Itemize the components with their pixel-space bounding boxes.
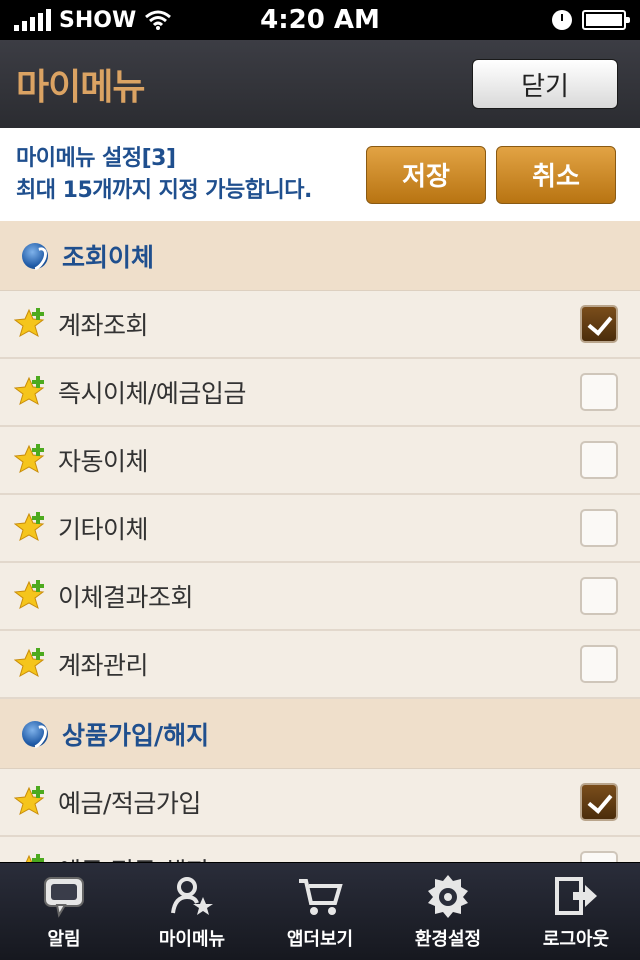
globe-icon: [22, 720, 48, 747]
section-header: 조회이체: [0, 221, 640, 291]
star-plus-icon: [14, 853, 48, 862]
signal-icon: [14, 9, 51, 31]
item-checkbox[interactable]: [580, 783, 618, 821]
section-title: 조회이체: [62, 242, 155, 272]
tab-label: 알림: [47, 928, 81, 950]
setting-buttons: 저장 취소: [366, 145, 616, 204]
wifi-icon: [145, 10, 172, 30]
tab-mymenu[interactable]: 마이메뉴: [128, 863, 256, 960]
speech-bubble-icon: [44, 876, 84, 918]
tab-label: 로그아웃: [542, 928, 610, 950]
tab-label: 마이메뉴: [158, 928, 226, 950]
tab-alerts[interactable]: 알림: [0, 863, 128, 960]
setting-count-text: 마이메뉴 설정[3]: [16, 145, 176, 171]
bottom-tab-bar: 알림 마이메뉴 앱더보기 환경설정 로그아웃: [0, 862, 640, 960]
carrier-name: SHOW: [59, 7, 137, 33]
list-item[interactable]: 계좌관리: [0, 631, 640, 699]
tab-settings[interactable]: 환경설정: [384, 863, 512, 960]
list-item[interactable]: 계좌조회: [0, 291, 640, 359]
tab-label: 환경설정: [414, 928, 482, 950]
list-item[interactable]: 기타이체: [0, 495, 640, 563]
status-right: [552, 10, 630, 30]
item-label: 즉시이체/예금입금: [58, 379, 246, 408]
star-plus-icon: [13, 647, 48, 681]
person-star-icon: [171, 876, 213, 915]
cancel-button[interactable]: 취소: [496, 145, 616, 204]
item-label: 자동이체: [58, 447, 149, 476]
item-label: 계좌관리: [58, 651, 149, 680]
item-label: 예금/적금가입: [58, 789, 201, 818]
tab-label: 앱더보기: [286, 928, 354, 950]
alarm-clock-icon: [552, 10, 572, 30]
item-label: 예금/적금 해지: [58, 852, 580, 862]
globe-icon: [22, 242, 48, 269]
item-checkbox[interactable]: [580, 577, 618, 615]
item-label: 계좌조회: [58, 311, 149, 340]
cart-icon: [299, 878, 343, 915]
gear-icon: [428, 874, 468, 918]
page-title: 마이메뉴: [16, 67, 145, 108]
item-checkbox[interactable]: [580, 441, 618, 479]
item-checkbox[interactable]: [580, 645, 618, 683]
setting-limit-text: 최대 15개까지 지정 가능합니다.: [16, 177, 312, 203]
item-label: 이체결과조회: [58, 583, 194, 612]
title-bar: 마이메뉴 닫기: [0, 40, 640, 128]
setting-description: 마이메뉴 설정[3] 최대 15개까지 지정 가능합니다.: [16, 143, 312, 207]
star-plus-icon: [13, 307, 48, 341]
star-plus-icon: [13, 579, 48, 613]
list-item[interactable]: 예금/적금 해지: [0, 837, 640, 862]
close-button[interactable]: 닫기: [472, 59, 618, 109]
list-item[interactable]: 예금/적금가입: [0, 769, 640, 837]
save-button[interactable]: 저장: [366, 145, 486, 204]
item-checkbox[interactable]: [580, 509, 618, 547]
item-checkbox[interactable]: [580, 851, 618, 862]
mymenu-setting-panel: 마이메뉴 설정[3] 최대 15개까지 지정 가능합니다. 저장 취소: [0, 128, 640, 221]
item-checkbox[interactable]: [580, 373, 618, 411]
list-item[interactable]: 자동이체: [0, 427, 640, 495]
menu-list[interactable]: 조회이체 계좌조회 즉시이체/예금입금 자동이체 기타이체 이체결과조회 계좌관…: [0, 221, 640, 862]
status-left: SHOW: [14, 8, 172, 33]
star-plus-icon: [13, 375, 48, 409]
list-item[interactable]: 이체결과조회: [0, 563, 640, 631]
battery-icon: [582, 10, 630, 30]
logout-icon: [555, 876, 597, 915]
tab-more-apps[interactable]: 앱더보기: [256, 863, 384, 960]
item-label: 기타이체: [58, 515, 149, 544]
section-title: 상품가입/해지: [62, 720, 210, 750]
tab-logout[interactable]: 로그아웃: [512, 863, 640, 960]
section-header: 상품가입/해지: [0, 699, 640, 769]
star-plus-icon: [13, 511, 48, 545]
item-checkbox[interactable]: [580, 305, 618, 343]
star-plus-icon: [13, 443, 48, 477]
status-bar: SHOW 4:20 AM: [0, 0, 640, 40]
list-item[interactable]: 즉시이체/예금입금: [0, 359, 640, 427]
star-plus-icon: [13, 785, 48, 819]
